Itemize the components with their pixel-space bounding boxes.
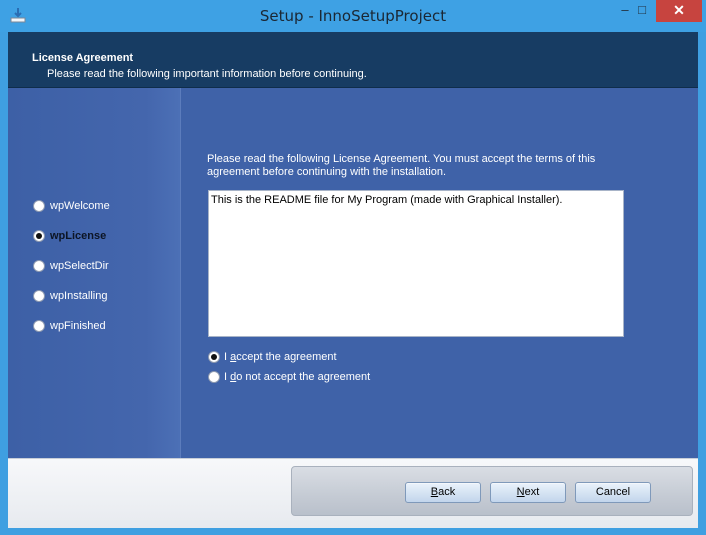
decline-agreement-radio[interactable]: I do not accept the agreement xyxy=(208,369,370,385)
step-label: wpWelcome xyxy=(50,200,110,212)
page-subtitle: Please read the following important info… xyxy=(47,68,367,80)
license-text: This is the README file for My Program (… xyxy=(211,194,563,206)
instructions-line-2: agreement before continuing with the ins… xyxy=(207,166,447,178)
step-label: wpLicense xyxy=(50,230,107,242)
radio-selected-icon xyxy=(208,351,220,363)
close-button[interactable]: ✕ xyxy=(656,0,702,22)
main-panel: wpWelcome wpLicense wpSelectDir wpInstal… xyxy=(8,88,698,458)
step-label: wpSelectDir xyxy=(50,260,109,272)
wizard-steps-sidebar: wpWelcome wpLicense wpSelectDir wpInstal… xyxy=(8,88,181,458)
step-wpfinished: wpFinished xyxy=(33,318,106,334)
step-radio-icon xyxy=(33,260,45,272)
accept-agreement-radio[interactable]: I accept the agreement xyxy=(208,349,337,365)
license-text-box[interactable]: This is the README file for My Program (… xyxy=(208,190,624,337)
radio-unselected-icon xyxy=(208,371,220,383)
maximize-button[interactable]: □ xyxy=(630,0,654,22)
step-radio-icon xyxy=(33,200,45,212)
decline-label: I do not accept the agreement xyxy=(224,371,371,383)
minimize-icon: – xyxy=(621,2,629,17)
step-wplicense: wpLicense xyxy=(33,228,106,244)
step-label: wpFinished xyxy=(50,320,106,332)
step-radio-icon xyxy=(33,230,45,242)
cancel-button[interactable]: Cancel xyxy=(575,482,651,503)
page-title: License Agreement xyxy=(32,52,134,64)
instructions-line-1: Please read the following License Agreem… xyxy=(207,153,596,165)
back-button[interactable]: Back xyxy=(405,482,481,503)
button-tray: Back Next Cancel xyxy=(291,466,693,516)
page-header: License Agreement Please read the follow… xyxy=(8,32,698,88)
title-bar[interactable]: Setup - InnoSetupProject – □ ✕ xyxy=(0,0,706,32)
step-wpinstalling: wpInstalling xyxy=(33,288,107,304)
step-wpwelcome: wpWelcome xyxy=(33,198,110,214)
close-icon: ✕ xyxy=(673,2,685,18)
next-button[interactable]: Next xyxy=(490,482,566,503)
accept-label: I accept the agreement xyxy=(224,351,337,363)
step-radio-icon xyxy=(33,290,45,302)
step-wpselectdir: wpSelectDir xyxy=(33,258,109,274)
license-instructions: Please read the following License Agreem… xyxy=(207,153,627,179)
window-title: Setup - InnoSetupProject xyxy=(259,7,447,25)
step-label: wpInstalling xyxy=(50,290,108,302)
setup-window: Setup - InnoSetupProject – □ ✕ License A… xyxy=(0,0,706,535)
step-radio-icon xyxy=(33,320,45,332)
maximize-icon: □ xyxy=(638,2,646,17)
footer-bar: Back Next Cancel xyxy=(8,458,698,528)
